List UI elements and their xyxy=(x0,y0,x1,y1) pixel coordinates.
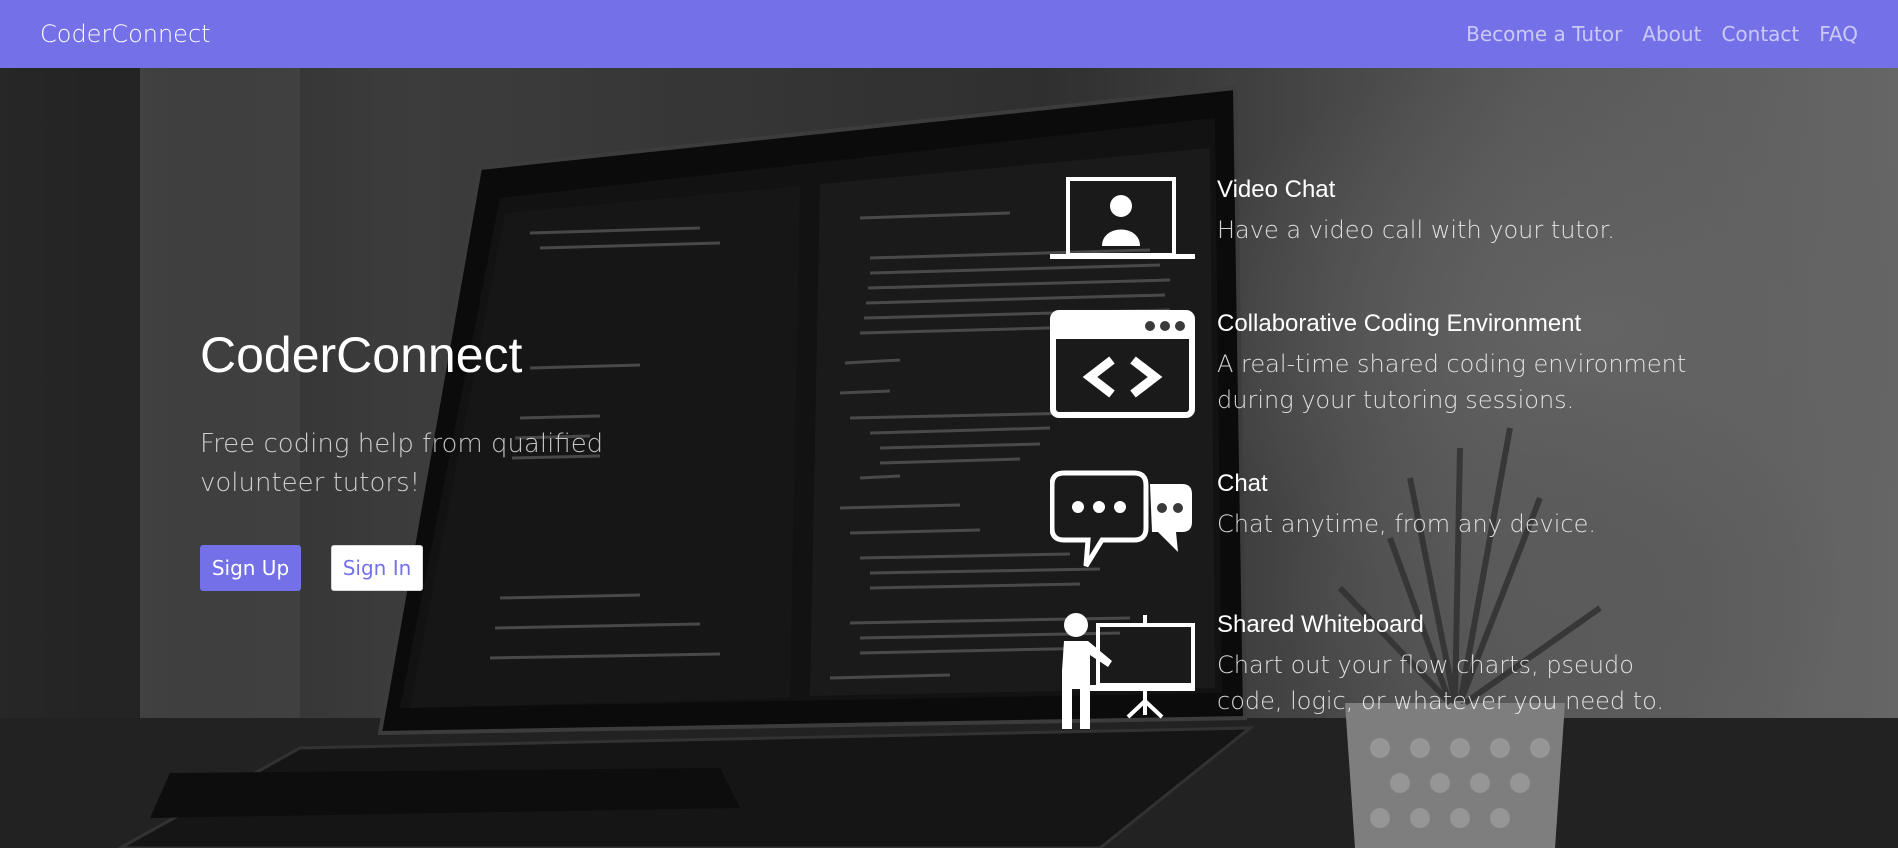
hero-title: CoderConnect xyxy=(200,327,523,383)
laptop-user-icon xyxy=(1050,177,1195,259)
feature-title-chat: Chat xyxy=(1217,470,1268,497)
brand-link[interactable]: CoderConnect xyxy=(40,20,211,48)
feature-title-shared-whiteboard: Shared Whiteboard xyxy=(1217,611,1424,638)
nav-link-faq[interactable]: FAQ xyxy=(1819,22,1858,46)
hero-section: CoderConnect Free coding help from quali… xyxy=(0,68,1898,848)
nav-link-become-a-tutor[interactable]: Become a Tutor xyxy=(1466,22,1622,46)
navbar: CoderConnect Become a Tutor About Contac… xyxy=(0,0,1898,68)
feature-desc-shared-whiteboard: Chart out your flow charts, pseudo code,… xyxy=(1217,651,1665,715)
feature-desc-video-chat: Have a video call with your tutor. xyxy=(1217,216,1615,244)
code-window-icon xyxy=(1050,310,1195,418)
nav-link-about[interactable]: About xyxy=(1642,22,1701,46)
presentation-board-icon xyxy=(1062,613,1195,729)
feature-desc-collaborative-coding: A real-time shared coding environment du… xyxy=(1217,350,1687,414)
nav-link-contact[interactable]: Contact xyxy=(1721,22,1799,46)
feature-title-video-chat: Video Chat xyxy=(1217,176,1336,203)
chat-bubbles-icon xyxy=(1050,470,1192,568)
sign-up-button[interactable]: Sign Up xyxy=(200,545,301,591)
feature-desc-chat: Chat anytime, from any device. xyxy=(1217,510,1597,538)
nav-links: Become a Tutor About Contact FAQ xyxy=(1466,22,1858,46)
sign-in-button[interactable]: Sign In xyxy=(331,545,423,591)
feature-title-collaborative-coding: Collaborative Coding Environment xyxy=(1217,310,1582,337)
hero-subtitle: Free coding help from qualified voluntee… xyxy=(200,429,604,498)
